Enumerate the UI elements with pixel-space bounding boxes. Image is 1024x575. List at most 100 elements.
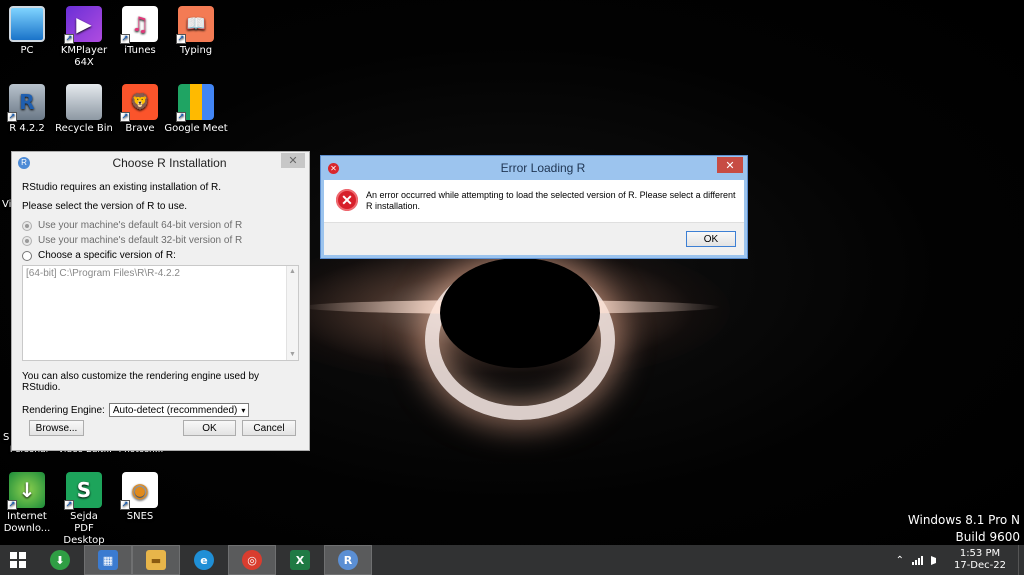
- r-version-list[interactable]: [64-bit] C:\Program Files\R\R-4.2.2 ▲ ▼: [22, 265, 299, 361]
- taskbar-item-excel[interactable]: X: [276, 545, 324, 575]
- clock-time: 1:53 PM: [959, 548, 1001, 559]
- desktop-icon-label: iTunes: [124, 45, 156, 56]
- intro-text: RStudio requires an existing installatio…: [22, 182, 221, 193]
- list-scrollbar[interactable]: ▲ ▼: [286, 266, 298, 360]
- scroll-down-icon[interactable]: ▼: [289, 351, 296, 358]
- chrome-icon: ◎: [242, 550, 262, 570]
- shortcut-arrow-icon: ↗: [176, 34, 186, 44]
- dialog-title: Choose R Installation: [112, 156, 227, 170]
- radio-default-32bit[interactable]: Use your machine's default 32-bit versio…: [22, 235, 299, 246]
- chevron-down-icon: ▾: [241, 405, 246, 415]
- desktop-icon-r[interactable]: R ↗ R 4.2.2: [0, 84, 59, 135]
- typing-book-icon: 📖 ↗: [176, 6, 214, 44]
- start-button[interactable]: [0, 545, 36, 575]
- taskbar-item-idm[interactable]: ⬇: [36, 545, 84, 575]
- monitor-icon: [9, 6, 45, 42]
- desktop-icon-typing[interactable]: 📖 ↗ Typing: [164, 6, 228, 57]
- radio-dot-icon: [22, 235, 32, 246]
- folder-icon: ▬: [146, 550, 166, 570]
- radio-default-64bit[interactable]: Use your machine's default 64-bit versio…: [22, 220, 299, 231]
- ok-button[interactable]: OK: [183, 420, 236, 436]
- error-message: An error occurred while attempting to lo…: [366, 190, 736, 211]
- desktop-icon-pc[interactable]: PC: [0, 6, 59, 57]
- idm-globe-icon: ↓ ↗: [7, 472, 45, 510]
- os-edition-watermark: Windows 8.1 Pro N: [907, 513, 1020, 527]
- desktop-icon-label: PC: [20, 45, 34, 56]
- shortcut-arrow-icon: ↗: [7, 112, 17, 122]
- brave-lion-icon: 🦁 ↗: [120, 84, 158, 122]
- show-desktop-button[interactable]: [1018, 545, 1024, 575]
- rstudio-icon: R: [338, 550, 358, 570]
- taskbar-item-edge[interactable]: e: [180, 545, 228, 575]
- itunes-icon: ♫ ↗: [120, 6, 158, 44]
- shortcut-arrow-icon: ↗: [64, 500, 74, 510]
- desktop-icon-sejda[interactable]: S ↗ Sejda PDF Desktop: [52, 472, 116, 547]
- desktop-icon-label: SNES: [126, 511, 154, 522]
- idm-icon: ⬇: [50, 550, 70, 570]
- desktop-partial-label: S: [3, 432, 10, 443]
- volume-icon[interactable]: [930, 555, 940, 565]
- snes-eye-icon: ◉ ↗: [120, 472, 158, 510]
- close-button[interactable]: ✕: [717, 157, 743, 173]
- desktop-icon-kmplayer[interactable]: ▶ ↗ KMPlayer 64X: [52, 6, 116, 69]
- edge-icon: e: [194, 550, 214, 570]
- engine-note: You can also customize the rendering eng…: [22, 371, 260, 393]
- shortcut-arrow-icon: ↗: [64, 34, 74, 44]
- desktop-icon-label: Internet Downlo...: [3, 511, 51, 534]
- windows-logo-icon: [10, 552, 26, 568]
- error-small-icon: ✕: [328, 162, 339, 174]
- desktop-icon-label: R 4.2.2: [9, 123, 45, 134]
- browse-button[interactable]: Browse...: [29, 420, 84, 436]
- radio-dot-icon: [22, 250, 32, 261]
- ok-button[interactable]: OK: [686, 231, 736, 247]
- radio-dot-icon: [22, 220, 32, 231]
- desktop-icon-label: Recycle Bin: [55, 123, 113, 134]
- desktop-icon-label: Typing: [179, 45, 213, 56]
- dialog-title: Error Loading R: [500, 161, 586, 175]
- engine-label: Rendering Engine:: [22, 404, 105, 416]
- desktop-icon-label: Google Meet: [164, 123, 228, 134]
- error-loading-r-dialog: ✕ Error Loading R ✕ ✕ An error occurred …: [320, 155, 748, 259]
- clock-date: 17-Dec-22: [953, 560, 1006, 571]
- desktop-icon-google-meet[interactable]: ↗ Google Meet: [164, 84, 228, 135]
- taskbar-item-file-explorer[interactable]: ▬: [132, 545, 180, 575]
- list-item[interactable]: [64-bit] C:\Program Files\R\R-4.2.2: [26, 268, 295, 279]
- shortcut-arrow-icon: ↗: [120, 500, 130, 510]
- radio-choose-specific[interactable]: Choose a specific version of R:: [22, 250, 299, 261]
- os-build-watermark: Build 9600: [955, 530, 1020, 544]
- excel-icon: X: [290, 550, 310, 570]
- taskbar-item-rstudio[interactable]: R: [324, 545, 372, 575]
- tray-overflow-chevron-icon[interactable]: ⌃: [896, 555, 904, 566]
- error-icon: ✕: [336, 189, 358, 211]
- scroll-up-icon[interactable]: ▲: [289, 268, 296, 275]
- system-tray: ⌃ 1:53 PM 17-Dec-22: [892, 545, 1024, 575]
- close-button[interactable]: ✕: [281, 153, 305, 168]
- control-panel-icon: ▦: [98, 550, 118, 570]
- shortcut-arrow-icon: ↗: [176, 112, 186, 122]
- desktop-icon-brave[interactable]: 🦁 ↗ Brave: [108, 84, 172, 135]
- desktop-partial-label: Vi: [2, 199, 12, 210]
- google-meet-icon: ↗: [176, 84, 214, 122]
- desktop-icon-recycle-bin[interactable]: Recycle Bin: [52, 84, 116, 135]
- taskbar-clock[interactable]: 1:53 PM 17-Dec-22: [954, 548, 1006, 572]
- sejda-icon: S ↗: [64, 472, 102, 510]
- dialog-titlebar[interactable]: R Choose R Installation ✕: [12, 152, 309, 174]
- taskbar-item-control-panel[interactable]: ▦: [84, 545, 132, 575]
- network-signal-icon[interactable]: [911, 555, 923, 565]
- shortcut-arrow-icon: ↗: [120, 112, 130, 122]
- desktop-icon-snes[interactable]: ◉ ↗ SNES: [108, 472, 172, 523]
- cancel-button[interactable]: Cancel: [242, 420, 296, 436]
- shortcut-arrow-icon: ↗: [120, 34, 130, 44]
- taskbar: ⬇ ▦ ▬ e ◎ X R ⌃ 1:53 PM 17-Dec-22: [0, 545, 1024, 575]
- desktop-icon-label: KMPlayer 64X: [60, 45, 108, 68]
- rendering-engine-select[interactable]: Auto-detect (recommended) ▾: [108, 403, 250, 417]
- prompt-text: Please select the version of R to use.: [22, 201, 188, 212]
- desktop-icon-itunes[interactable]: ♫ ↗ iTunes: [108, 6, 172, 57]
- dialog-titlebar[interactable]: ✕ Error Loading R ✕: [321, 156, 747, 180]
- recycle-bin-icon: [66, 84, 102, 120]
- taskbar-item-chrome[interactable]: ◎: [228, 545, 276, 575]
- r-logo-icon: R ↗: [7, 84, 45, 122]
- desktop-icon-idm[interactable]: ↓ ↗ Internet Downlo...: [0, 472, 59, 535]
- rstudio-logo-icon: R: [18, 157, 30, 169]
- desktop-icon-label: Sejda PDF Desktop: [63, 511, 105, 546]
